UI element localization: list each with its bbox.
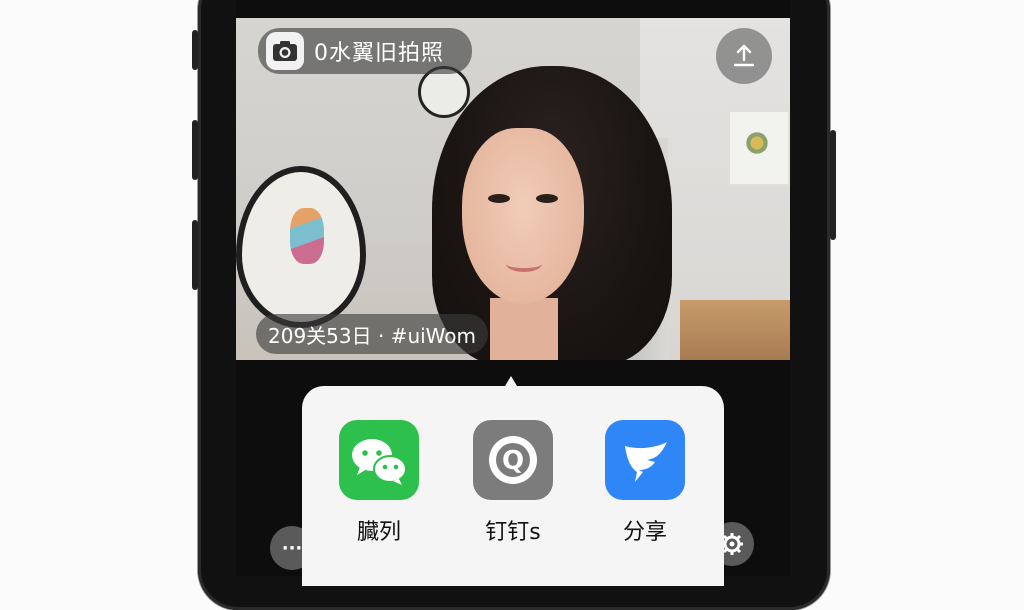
share-sheet: 臓列 Q 钉钉s 分享 [302, 386, 724, 586]
upload-icon [733, 44, 755, 67]
date-location-label: 209关53日 · #uiWom [268, 323, 477, 348]
background-hat [236, 166, 366, 328]
share-app-label: 臓列 [356, 520, 401, 545]
share-app-dingtalk[interactable]: 分享 [605, 420, 685, 546]
background-furniture [680, 300, 790, 360]
share-app-qq[interactable]: Q 钉钉s [473, 420, 553, 546]
phone-side-button [192, 220, 198, 290]
person-mouth [506, 256, 542, 272]
share-sheet-pointer [505, 376, 517, 386]
person-face [462, 128, 584, 304]
phone-side-button [192, 120, 198, 180]
date-location-badge: 209关53日 · #uiWom [256, 314, 489, 354]
picture-flower [742, 128, 772, 158]
person-eye-left [488, 194, 510, 203]
share-app-wechat[interactable]: 臓列 [339, 420, 419, 546]
dingtalk-icon [605, 420, 685, 500]
camera-preview: 0水翼旧拍照 209关53日 · #uiWom [236, 18, 790, 360]
wall-picture [728, 110, 790, 186]
watermark-camera-label: 0水翼旧拍照 [314, 41, 444, 66]
upload-button[interactable] [716, 28, 772, 84]
wechat-icon [339, 420, 419, 500]
svg-text:Q: Q [502, 446, 524, 476]
phone-side-button [192, 30, 198, 70]
person-neck [490, 298, 558, 360]
share-app-label: 钉钉s [485, 520, 541, 545]
camera-icon [266, 32, 304, 70]
watermark-camera-button[interactable]: 0水翼旧拍照 [258, 28, 472, 74]
phone-power-button [830, 130, 836, 240]
qq-icon: Q [473, 420, 553, 500]
hat-doodle [290, 208, 324, 264]
share-app-label: 分享 [622, 520, 667, 545]
more-icon: ··· [281, 537, 303, 559]
person-eye-right [536, 194, 558, 203]
